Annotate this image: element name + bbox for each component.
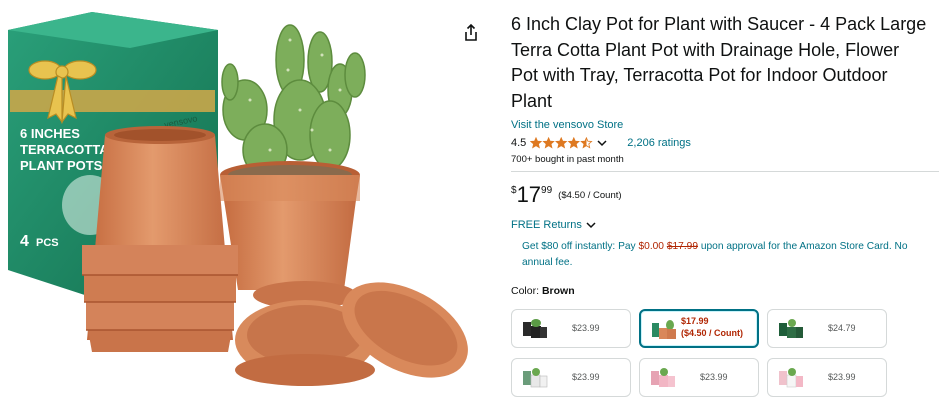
- rating-row: 4.5 2,206 ratings: [511, 135, 931, 151]
- color-label: Color: Brown: [511, 285, 931, 297]
- bought-count: 700+ bought in past month: [511, 154, 624, 165]
- swatch-brown[interactable]: $17.99 ($4.50 / Count): [639, 309, 759, 348]
- store-link[interactable]: Visit the vensovo Store: [511, 118, 931, 132]
- product-details: 6 Inch Clay Pot for Plant with Saucer - …: [511, 12, 939, 297]
- swatch-price: $23.99: [828, 372, 856, 382]
- price-block: $ 17 99 ($4.50 / Count): [511, 183, 931, 209]
- free-returns-label: FREE Returns: [511, 219, 582, 231]
- swatch-green[interactable]: $24.79: [767, 309, 887, 348]
- product-title: 6 Inch Clay Pot for Plant with Saucer - …: [511, 14, 927, 111]
- swatch-black[interactable]: $23.99: [511, 309, 631, 348]
- promo-strike-price: $17.99: [666, 241, 698, 252]
- share-button[interactable]: [460, 22, 482, 44]
- star-rating[interactable]: [530, 137, 593, 149]
- stacked-pots: [82, 126, 238, 352]
- swatch-thumbnail-black: [523, 319, 547, 338]
- swatch-thumbnail-pink-white: [779, 368, 803, 388]
- box-count: 4: [20, 233, 29, 250]
- swatch-price: $23.99: [572, 323, 600, 333]
- box-text-1: 6 INCHES: [20, 126, 80, 141]
- swatch-price: $23.99: [700, 372, 728, 382]
- swatch-pink[interactable]: $23.99: [639, 358, 759, 397]
- box-count-unit: PCS: [36, 237, 59, 249]
- box-text-2: TERRACOTTA: [20, 142, 109, 157]
- chevron-down-icon[interactable]: [597, 139, 607, 147]
- color-label-text: Color:: [511, 285, 540, 297]
- ratings-count-link[interactable]: 2,206 ratings: [627, 137, 691, 149]
- swatch-price: $17.99: [681, 316, 709, 326]
- swatch-pink-white[interactable]: $23.99: [767, 358, 887, 397]
- swatch-unit-price: ($4.50 / Count): [681, 328, 744, 338]
- rating-number: 4.5: [511, 137, 527, 149]
- promo-pay-amount: $0.00: [638, 241, 664, 252]
- swatch-price: $24.79: [828, 323, 856, 333]
- box-text-3: PLANT POTS: [20, 158, 103, 173]
- price-fraction: 99: [541, 185, 553, 196]
- promo-text-1: Get $80 off instantly: Pay: [522, 241, 639, 252]
- store-card-promo[interactable]: Get $80 off instantly: Pay $0.00 $17.99 …: [522, 239, 932, 271]
- product-photo: 6 INCHES TERRACOTTA PLANT POTS 4 PCS ven…: [8, 12, 468, 386]
- divider: [511, 171, 939, 172]
- swatch-price: $23.99: [572, 372, 600, 382]
- price-whole: 17: [516, 182, 542, 207]
- unit-price: ($4.50 / Count): [558, 190, 622, 201]
- star-icon: [530, 137, 593, 149]
- swatch-thumbnail-pink: [651, 368, 675, 387]
- planted-pot: [220, 161, 360, 290]
- swatch-thumbnail-green: [779, 319, 803, 338]
- swatch-thumbnail-brown: [652, 320, 676, 339]
- product-image[interactable]: 6 INCHES TERRACOTTA PLANT POTS 4 PCS ven…: [0, 0, 500, 402]
- swatch-white[interactable]: $23.99: [511, 358, 631, 397]
- free-returns-link[interactable]: FREE Returns: [511, 219, 931, 231]
- chevron-down-icon: [586, 222, 596, 229]
- color-value: Brown: [541, 285, 575, 297]
- cactus: [221, 24, 366, 177]
- share-icon: [465, 23, 477, 41]
- swatch-thumbnail-white: [523, 368, 548, 388]
